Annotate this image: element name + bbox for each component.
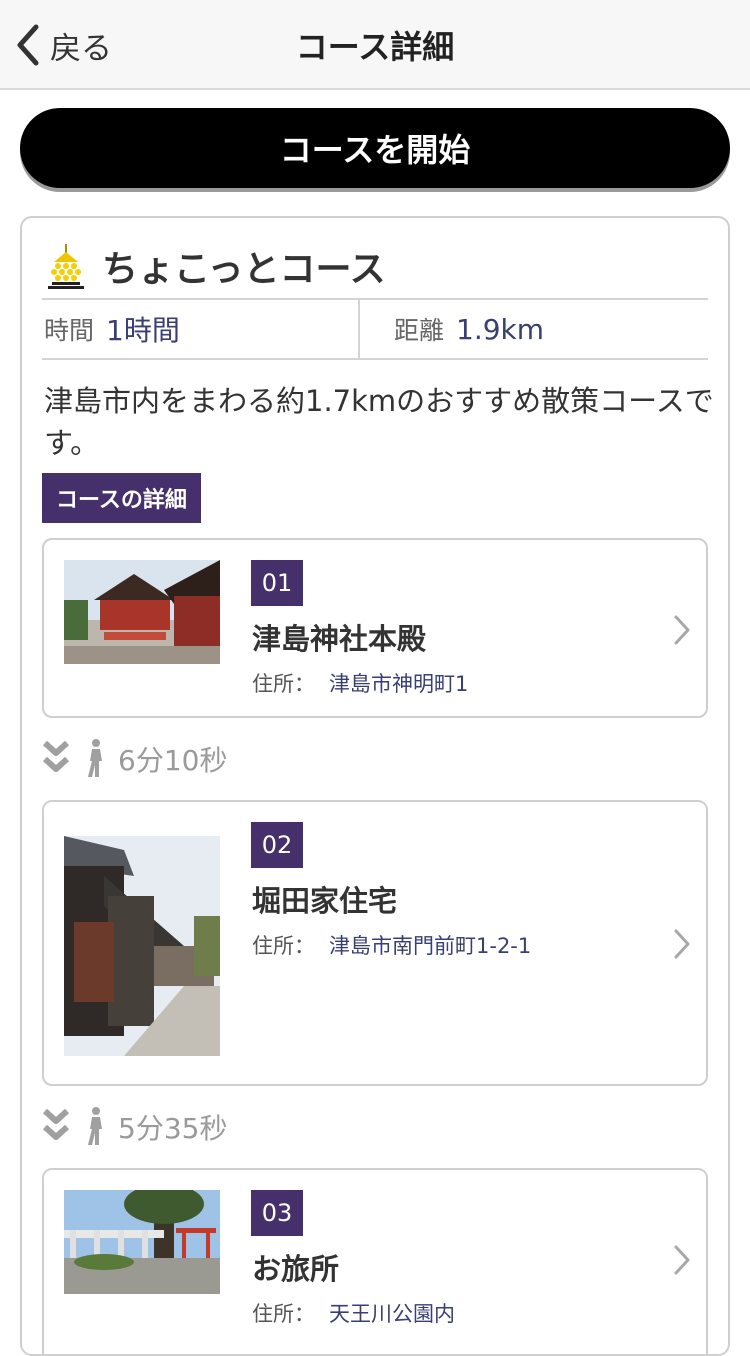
spot-photo (64, 836, 220, 1056)
page-title: コース詳細 (295, 28, 455, 66)
spot-address: 住所： 津島市南門前町1-2-1 (252, 930, 531, 960)
house-photo (64, 836, 220, 1056)
address-value: 天王川公園内 (329, 1302, 455, 1326)
distance-value: 1.9km (456, 312, 545, 346)
spot-photo (64, 560, 220, 664)
course-description: 津島市内をまわる約1.7kmのおすすめ散策コースです。 (44, 384, 714, 460)
walk-time: 5分35秒 (118, 1112, 228, 1145)
course-stats: 時間 1時間 距離 1.9km (42, 298, 708, 360)
walk-segment-1: 6分10秒 (42, 736, 227, 782)
spot-address: 住所： 津島市神明町1 (252, 668, 468, 698)
park-photo (64, 1190, 220, 1294)
spot-name: 津島神社本殿 (252, 622, 427, 656)
distance-label: 距離 (394, 316, 445, 345)
spot-number: 01 (251, 560, 303, 606)
walk-segment-2: 5分35秒 (42, 1104, 227, 1150)
walk-time: 6分10秒 (118, 744, 228, 777)
course-header: ちょこっとコース (46, 236, 386, 296)
spot-card-02[interactable]: 02 堀田家住宅 住所： 津島市南門前町1-2-1 (42, 800, 708, 1086)
double-chevron-down-icon (42, 1108, 70, 1140)
spot-number: 02 (251, 822, 303, 868)
course-details-label: コースの詳細 (42, 473, 201, 523)
spot-name: 堀田家住宅 (252, 884, 398, 918)
time-stat: 時間 1時間 (42, 300, 360, 358)
walking-person-icon (88, 739, 102, 777)
lantern-icon (48, 244, 84, 289)
navigation-bar: 戻る コース詳細 (0, 0, 750, 90)
chevron-right-icon (674, 929, 690, 959)
chevron-right-icon (674, 615, 690, 645)
address-value: 津島市南門前町1-2-1 (329, 934, 532, 958)
walking-person-icon (88, 1107, 102, 1145)
distance-stat: 距離 1.9km (360, 300, 708, 358)
double-chevron-down-icon (42, 740, 70, 772)
spot-card-03[interactable]: 03 お旅所 住所： 天王川公園内 (42, 1168, 708, 1354)
spot-photo (64, 1190, 220, 1294)
address-label: 住所： (252, 1302, 315, 1326)
address-label: 住所： (252, 934, 315, 958)
time-label: 時間 (44, 316, 95, 345)
address-value: 津島市神明町1 (329, 672, 469, 696)
spot-number: 03 (251, 1190, 303, 1236)
spot-address: 住所： 天王川公園内 (252, 1298, 455, 1328)
address-label: 住所： (252, 672, 315, 696)
spot-name: お旅所 (252, 1252, 340, 1286)
shrine-photo (64, 560, 220, 664)
spot-card-01[interactable]: 01 津島神社本殿 住所： 津島市神明町1 (42, 538, 708, 718)
time-value: 1時間 (106, 314, 180, 347)
course-title: ちょこっとコース (102, 249, 386, 290)
course-card: ちょこっとコース 時間 1時間 距離 1.9km 津島市内をまわる約1.7kmの… (20, 216, 730, 1356)
start-course-button[interactable]: コースを開始 (20, 108, 730, 188)
chevron-right-icon (674, 1245, 690, 1275)
